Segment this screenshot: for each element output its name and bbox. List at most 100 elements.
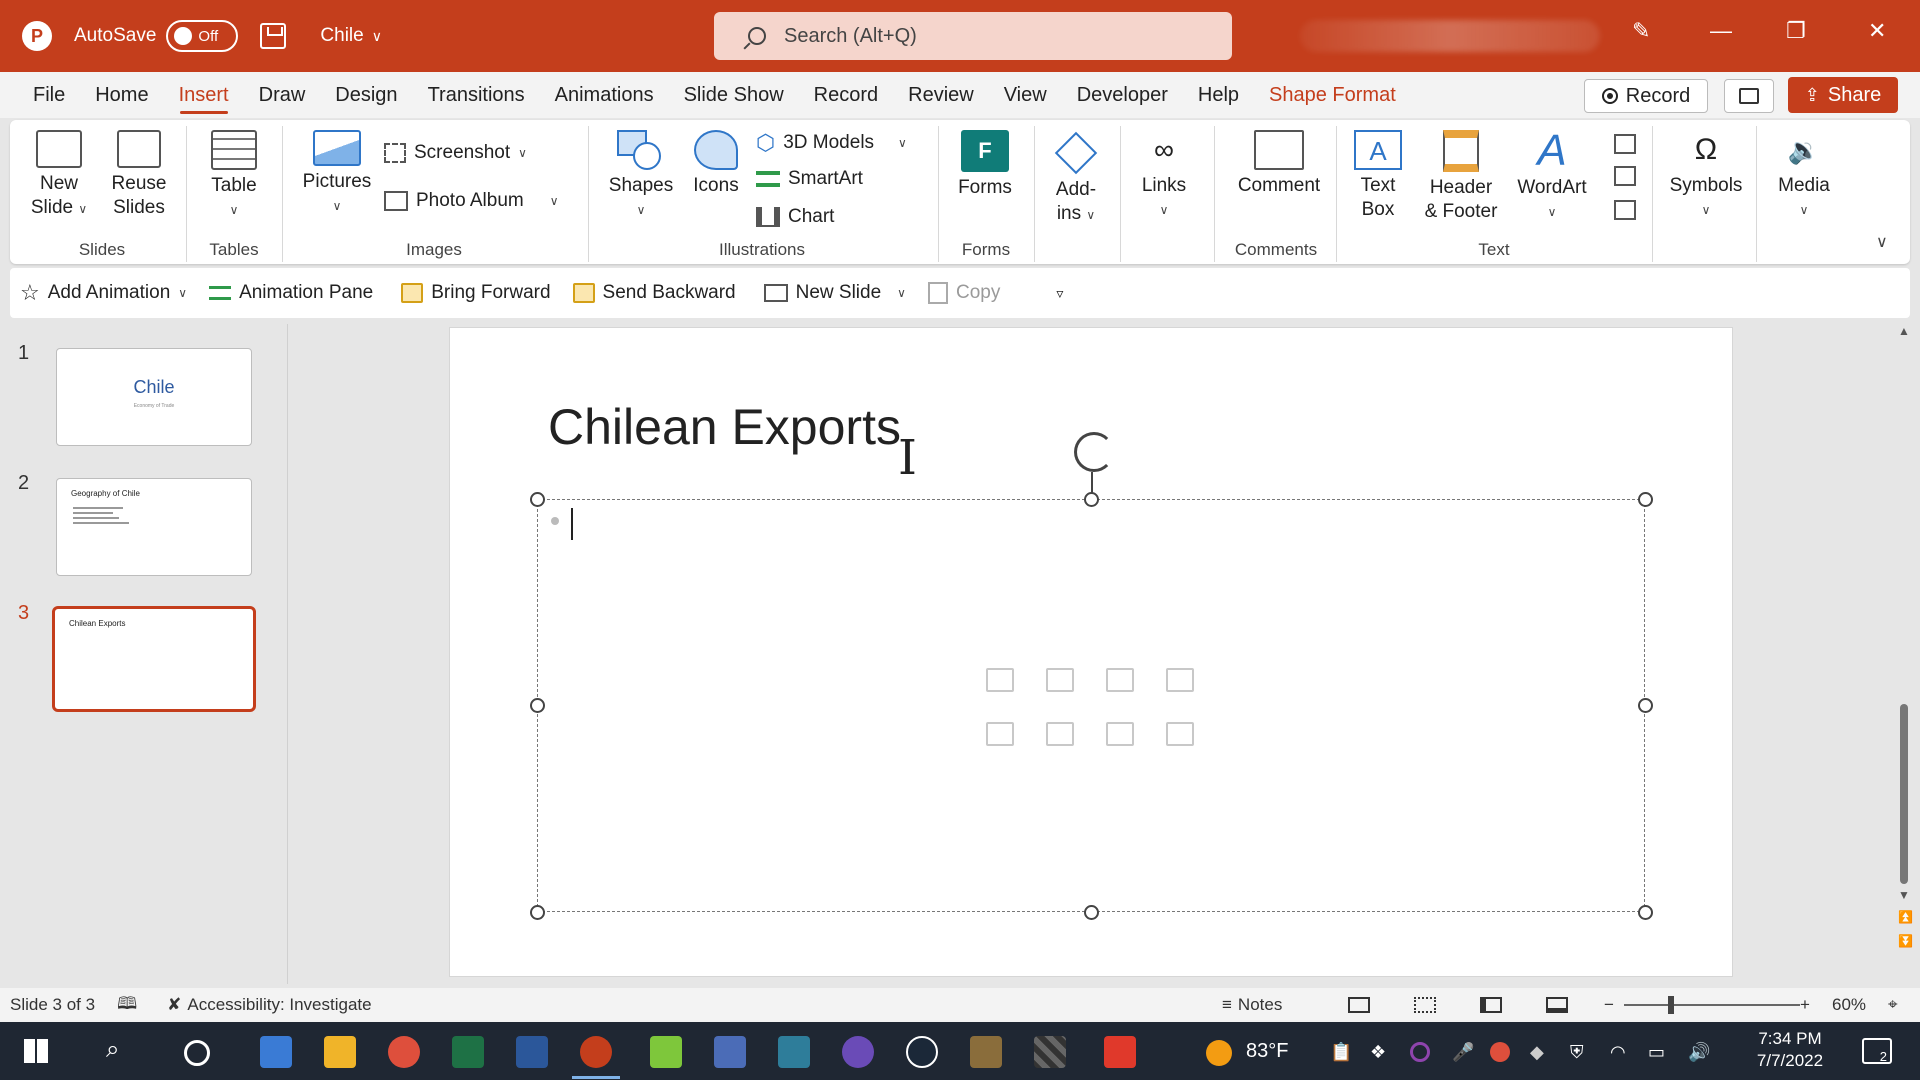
- symbols-button[interactable]: Ω Symbols ∨: [1664, 130, 1748, 222]
- send-backward-button[interactable]: Send Backward: [572, 282, 736, 304]
- tab-developer[interactable]: Developer: [1062, 72, 1183, 118]
- copy-button[interactable]: Copy: [927, 282, 1000, 304]
- checkered-app-icon[interactable]: [1034, 1036, 1066, 1068]
- slide-title[interactable]: Chilean Exports: [548, 398, 901, 456]
- wifi-icon[interactable]: ◠: [1610, 1042, 1626, 1063]
- add-animation-button[interactable]: ☆ Add Animation ∨: [20, 280, 187, 306]
- text-box-button[interactable]: A Text Box: [1348, 130, 1408, 222]
- restore-icon[interactable]: ❐: [1786, 18, 1806, 44]
- autosave-control[interactable]: AutoSave Off: [74, 20, 239, 52]
- date-time-icon[interactable]: [1614, 134, 1636, 154]
- powerpoint-taskbar-icon[interactable]: [580, 1036, 612, 1068]
- table-button[interactable]: Table ∨: [204, 130, 264, 222]
- tab-design[interactable]: Design: [320, 72, 412, 118]
- links-button[interactable]: ∞ Links ∨: [1134, 130, 1194, 222]
- reuse-slides-button[interactable]: Reuse Slides: [106, 130, 172, 220]
- insert-icons-icon[interactable]: [1166, 722, 1194, 746]
- minimize-icon[interactable]: —: [1710, 18, 1732, 44]
- security-tray-icon[interactable]: ⛨: [1570, 1042, 1584, 1063]
- snipping-tool-icon[interactable]: [714, 1036, 746, 1068]
- chrome-icon[interactable]: [388, 1036, 420, 1068]
- save-icon[interactable]: [260, 23, 287, 49]
- tab-file[interactable]: File: [0, 72, 80, 118]
- object-icon[interactable]: [1614, 200, 1636, 220]
- app-icon-purple[interactable]: [842, 1036, 874, 1068]
- add-ins-button[interactable]: Add- ins ∨: [1046, 130, 1106, 227]
- scroll-up-icon[interactable]: ▲: [1898, 324, 1910, 338]
- pen-icon[interactable]: ✎: [1632, 18, 1650, 44]
- tab-review[interactable]: Review: [893, 72, 989, 118]
- slide-show-icon[interactable]: [1546, 997, 1568, 1013]
- scroll-down-icon[interactable]: ▼: [1898, 888, 1910, 902]
- excel-icon[interactable]: [452, 1036, 484, 1068]
- windows-start-icon[interactable]: [24, 1039, 48, 1063]
- vertical-scrollbar[interactable]: ▲ ▼ ⏫ ⏬: [1896, 324, 1913, 984]
- tab-insert[interactable]: Insert: [164, 72, 244, 118]
- slide-number-icon[interactable]: [1614, 166, 1636, 186]
- screenshot-button[interactable]: Screenshot ∨: [384, 142, 527, 164]
- insert-3d-model-icon[interactable]: [1166, 668, 1194, 692]
- dropbox-icon[interactable]: ❖: [1370, 1042, 1386, 1063]
- header-footer-button[interactable]: Header & Footer: [1418, 130, 1504, 224]
- forms-button[interactable]: F Forms: [950, 130, 1020, 200]
- content-placeholder[interactable]: [537, 499, 1645, 912]
- resize-handle-bottom[interactable]: [1084, 905, 1099, 920]
- tab-shape-format[interactable]: Shape Format: [1254, 72, 1411, 118]
- insert-table-icon[interactable]: [986, 668, 1014, 692]
- photo-album-button[interactable]: Photo Album ∨: [384, 190, 559, 212]
- comment-button[interactable]: Comment: [1226, 130, 1332, 198]
- obs-icon[interactable]: [1410, 1042, 1430, 1062]
- close-icon[interactable]: ✕: [1868, 18, 1886, 44]
- zoom-out-icon[interactable]: −: [1604, 995, 1614, 1015]
- pictures-button[interactable]: Pictures ∨: [298, 130, 376, 218]
- resize-handle-top-left[interactable]: [530, 492, 545, 507]
- task-view-icon[interactable]: [260, 1036, 292, 1068]
- previous-slide-icon[interactable]: ⏫: [1898, 910, 1913, 924]
- steam-icon[interactable]: [906, 1036, 938, 1068]
- insert-smartart-icon[interactable]: [1106, 668, 1134, 692]
- accessibility-button[interactable]: ✘ Accessibility: Investigate: [167, 995, 372, 1015]
- tab-transitions[interactable]: Transitions: [413, 72, 540, 118]
- animation-pane-button[interactable]: Animation Pane: [209, 282, 373, 304]
- cortana-icon[interactable]: [184, 1040, 210, 1066]
- resize-handle-left[interactable]: [530, 698, 545, 713]
- resize-handle-top-right[interactable]: [1638, 492, 1653, 507]
- new-slide-button[interactable]: New Slide ∨: [24, 130, 94, 221]
- slide-thumbnail-1[interactable]: Chile Economy of Trade: [56, 348, 252, 446]
- slide-sorter-icon[interactable]: [1414, 997, 1436, 1013]
- insert-video-icon[interactable]: [1106, 722, 1134, 746]
- rotate-handle-icon[interactable]: [1074, 432, 1114, 472]
- weather-icon[interactable]: [1206, 1040, 1232, 1066]
- resize-handle-top[interactable]: [1084, 492, 1099, 507]
- next-slide-icon[interactable]: ⏬: [1898, 934, 1913, 948]
- battery-icon[interactable]: ▭: [1648, 1042, 1665, 1063]
- zoom-slider-thumb[interactable]: [1668, 996, 1674, 1014]
- resize-handle-right[interactable]: [1638, 698, 1653, 713]
- insert-chart-icon[interactable]: [1046, 668, 1074, 692]
- media-button[interactable]: 🔉 Media ∨: [1768, 130, 1840, 222]
- microphone-icon[interactable]: 🎤: [1452, 1042, 1474, 1063]
- scrollbar-thumb[interactable]: [1900, 704, 1908, 884]
- camtasia-icon[interactable]: [650, 1036, 682, 1068]
- tab-animations[interactable]: Animations: [540, 72, 669, 118]
- document-name-button[interactable]: Chile ∨: [320, 25, 382, 47]
- reading-view-icon[interactable]: [1480, 997, 1502, 1013]
- slide-thumbnail-3[interactable]: Chilean Exports: [52, 606, 256, 712]
- customize-qat-button[interactable]: ▿: [1056, 285, 1063, 302]
- notifications-icon[interactable]: 2: [1862, 1038, 1892, 1064]
- word-icon[interactable]: [516, 1036, 548, 1068]
- new-slide-qat-button[interactable]: New Slide ∨: [763, 282, 906, 304]
- tab-draw[interactable]: Draw: [244, 72, 321, 118]
- phone-link-icon[interactable]: [778, 1036, 810, 1068]
- chart-button[interactable]: Chart: [756, 206, 834, 228]
- file-explorer-icon[interactable]: [324, 1036, 356, 1068]
- diamond-tray-icon[interactable]: ◆: [1530, 1042, 1544, 1063]
- search-box[interactable]: Search (Alt+Q): [714, 12, 1232, 60]
- zoom-level[interactable]: 60%: [1832, 995, 1866, 1015]
- account-area[interactable]: [1300, 20, 1600, 52]
- fit-to-window-icon[interactable]: ⌖: [1888, 995, 1898, 1015]
- autosave-toggle[interactable]: Off: [166, 20, 239, 52]
- tab-help[interactable]: Help: [1183, 72, 1254, 118]
- zoom-in-icon[interactable]: +: [1800, 995, 1810, 1015]
- shapes-button[interactable]: Shapes ∨: [602, 130, 680, 222]
